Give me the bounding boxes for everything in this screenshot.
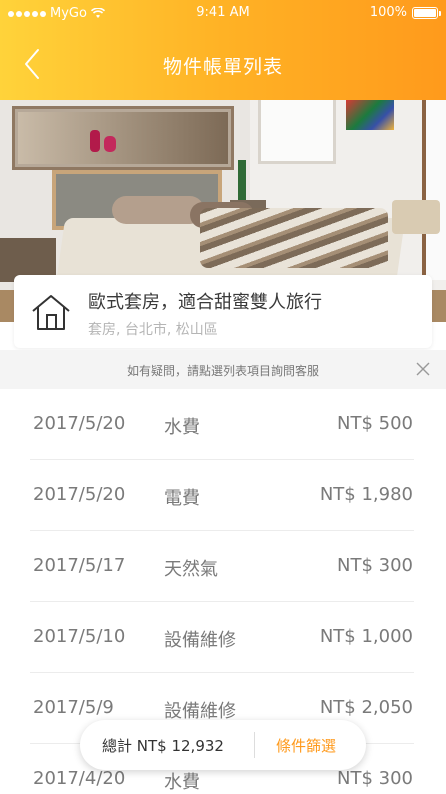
summary-pill: 總計 NT$ 12,932 條件篩選	[80, 720, 366, 770]
house-icon	[32, 295, 70, 330]
notice-bar: 如有疑問，請點選列表項目詢問客服	[0, 350, 446, 389]
bill-date: 2017/5/9	[33, 697, 114, 718]
list-item[interactable]: 2017/5/20 水費 NT$ 500	[0, 389, 446, 460]
bill-date: 2017/5/20	[33, 484, 126, 505]
bill-type: 天然氣	[164, 559, 218, 580]
property-title: 歐式套房，適合甜蜜雙人旅行	[88, 292, 322, 313]
bill-amount: NT$ 1,980	[319, 484, 413, 505]
list-item[interactable]: 2017/5/17 天然氣 NT$ 300	[0, 531, 446, 602]
notice-text: 如有疑問，請點選列表項目詢問客服	[126, 364, 319, 378]
bill-amount: NT$ 2,050	[319, 697, 413, 718]
pill-divider	[254, 732, 255, 758]
bill-date: 2017/5/17	[33, 555, 126, 576]
bill-type: 設備維修	[164, 630, 236, 651]
list-item[interactable]: 2017/5/10 設備維修 NT$ 1,000	[0, 602, 446, 673]
battery-status: 100%	[369, 5, 441, 20]
bill-type: 電費	[164, 488, 200, 509]
bill-type: 水費	[164, 772, 200, 793]
bill-date: 2017/5/10	[33, 626, 126, 647]
page-title: 物件帳單列表	[162, 56, 283, 78]
bill-amount: NT$ 500	[337, 413, 413, 434]
property-card[interactable]: 歐式套房，適合甜蜜雙人旅行 套房, 台北市, 松山區	[14, 275, 432, 348]
bill-amount: NT$ 300	[337, 768, 413, 789]
list-item[interactable]: 2017/5/20 電費 NT$ 1,980	[0, 460, 446, 531]
battery-percent: 100%	[369, 5, 407, 20]
battery-icon	[412, 6, 441, 19]
top-bar: MyGo 9:41 AM 100% 物件帳單列表	[0, 0, 446, 100]
bill-date: 2017/5/20	[33, 413, 126, 434]
bill-type: 水費	[164, 417, 200, 438]
bill-date: 2017/4/20	[33, 768, 126, 789]
status-bar: MyGo 9:41 AM 100%	[0, 0, 446, 26]
property-subtitle: 套房, 台北市, 松山區	[88, 322, 218, 338]
close-icon[interactable]	[416, 362, 430, 376]
bill-amount: NT$ 1,000	[319, 626, 413, 647]
filter-button[interactable]: 條件篩選	[276, 735, 336, 756]
bill-amount: NT$ 300	[337, 555, 413, 576]
total-amount: 總計 NT$ 12,932	[102, 737, 224, 755]
